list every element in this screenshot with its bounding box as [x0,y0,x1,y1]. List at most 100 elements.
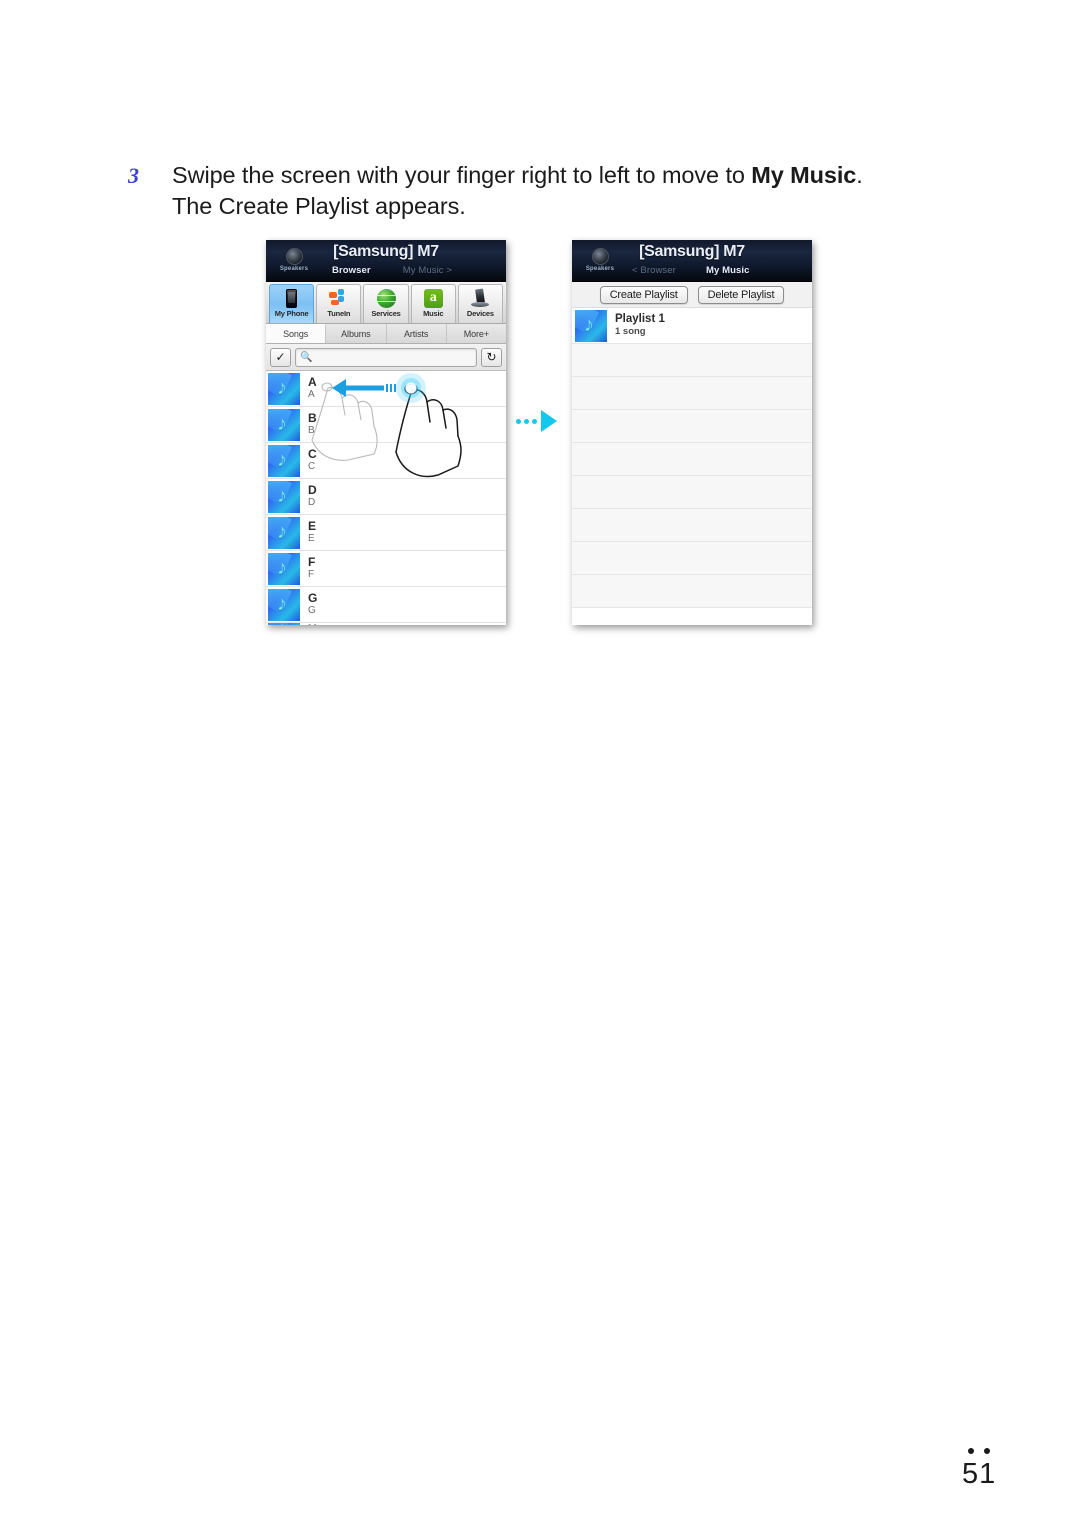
playlist-title: Playlist 1 [615,313,665,325]
toolbar-button-my-phone[interactable]: My Phone [269,284,315,323]
nav-mymusic-left[interactable]: My Music > [403,265,452,276]
sub-nav-left: Browser My Music > [318,265,502,276]
list-item[interactable]: ♪ B B [266,407,506,443]
phone-screen-my-phone: Speakers [Samsung] M7 Browser My Music >… [266,240,506,625]
album-art-icon: ♪ [268,480,300,513]
toolbar-button-services[interactable]: Services [363,284,409,323]
list-item[interactable]: ♪ C C [266,443,506,479]
tab-albums[interactable]: Albums [326,324,387,343]
playlist-song-count: 1 song [615,326,646,337]
playlist-empty-row [572,377,812,410]
song-artist: A [308,389,315,400]
toolbar-label-my-phone: My Phone [274,309,309,318]
song-title: E [308,519,317,533]
dock-icon [470,287,490,309]
list-item[interactable]: ♪ A A [266,371,506,407]
step-text-line2: The Create Playlist appears. [172,193,466,219]
toolbar-button-devices[interactable]: Devices [457,284,504,323]
page-marker-dots [968,1448,990,1454]
app-header-left: Speakers [Samsung] M7 Browser My Music > [266,240,506,282]
toolbar-button-music[interactable]: a Music [410,284,456,323]
delete-playlist-button[interactable]: Delete Playlist [697,285,785,304]
song-list: ♪ A A ♪ B B ♪ C C ♪ D D ♪ E E ♪ F F ♪ G … [266,371,506,625]
playlist-empty-row [572,443,812,476]
list-item[interactable]: ♪ F F [266,551,506,587]
phone-screen-my-music: Speakers [Samsung] M7 < Browser My Music… [572,240,812,625]
search-row: ✓ 🔍 ↻ [266,344,506,371]
list-item[interactable]: ♪ H [266,623,506,625]
checkmark-icon[interactable]: ✓ [270,347,291,367]
nav-mymusic-right[interactable]: My Music [706,265,750,276]
song-title: F [308,555,316,569]
step-number: 3 [128,163,139,188]
brand-label: Speakers [279,266,309,272]
song-title: H [308,623,317,625]
nav-browser-left[interactable]: Browser [332,265,371,276]
toolbar-label-services: Services [371,309,401,318]
playlist-item[interactable]: ♪ Playlist 1 1 song [572,308,812,344]
song-artist: F [308,569,315,580]
amazon-icon: a [423,287,443,309]
phone-icon [286,287,298,309]
search-input[interactable]: 🔍 [295,347,477,367]
source-toolbar: My Phone TuneIn Services a Music Devices [266,282,506,324]
playlist-art-icon: ♪ [575,309,607,342]
song-title: B [308,411,317,425]
playlist-empty-row [572,542,812,575]
brand-label: Speakers [585,266,615,272]
toolbar-button-tunein[interactable]: TuneIn [316,284,362,323]
toolbar-label-tunein: TuneIn [327,309,351,318]
app-header-right: Speakers [Samsung] M7 < Browser My Music [572,240,812,282]
playlist-list: ♪ Playlist 1 1 song [572,308,812,608]
globe-icon [376,287,396,309]
toolbar-label-devices: Devices [466,309,494,318]
playlist-empty-row [572,575,812,608]
create-playlist-button[interactable]: Create Playlist [599,285,688,304]
tunein-icon [328,287,349,309]
album-art-icon: ♪ [268,552,300,585]
step-text-bold: My Music [751,162,857,188]
list-item[interactable]: ♪ E E [266,515,506,551]
toolbar-label-music: Music [423,309,444,318]
playlist-action-bar: Create Playlist Delete Playlist [572,282,812,308]
step-instruction: 3 Swipe the screen with your finger righ… [128,160,928,222]
playlist-empty-row [572,410,812,443]
device-title-right: [Samsung] M7 [639,243,745,260]
song-artist: G [308,605,316,616]
album-art-icon: ♪ [268,516,300,549]
tab-artists[interactable]: Artists [387,324,447,343]
step-text-part2: . [856,162,863,188]
step-text: Swipe the screen with your finger right … [172,160,863,222]
playlist-empty-row [572,344,812,377]
song-artist: E [308,533,315,544]
arrow-dot [516,418,521,424]
song-title: A [308,375,317,389]
album-art-icon: ♪ [268,623,300,625]
step-text-part1: Swipe the screen with your finger right … [172,162,752,188]
library-tabs: Songs Albums Artists More+ [266,324,506,344]
album-art-icon: ♪ [268,372,300,405]
arrow-dot [532,418,537,424]
transition-arrow [516,408,564,434]
refresh-icon[interactable]: ↻ [481,347,502,367]
song-title: C [308,447,317,461]
song-title: D [308,483,317,497]
playlist-empty-row [572,509,812,542]
album-art-icon: ♪ [268,588,300,621]
arrow-dot [524,418,529,424]
search-icon: 🔍 [300,351,313,363]
tab-songs[interactable]: Songs [266,324,327,343]
album-art-icon: ♪ [268,444,300,477]
song-artist: C [308,461,316,472]
page-number: 51 [962,1458,997,1490]
album-art-icon: ♪ [268,408,300,441]
list-item[interactable]: ♪ D D [266,479,506,515]
playlist-empty-row [572,476,812,509]
device-title-left: [Samsung] M7 [333,243,439,260]
nav-browser-right[interactable]: < Browser [632,265,676,276]
tab-more[interactable]: More+ [447,324,506,343]
song-title: G [308,591,318,605]
list-item[interactable]: ♪ G G [266,587,506,623]
arrow-right-icon [541,410,557,432]
song-artist: B [308,425,315,436]
